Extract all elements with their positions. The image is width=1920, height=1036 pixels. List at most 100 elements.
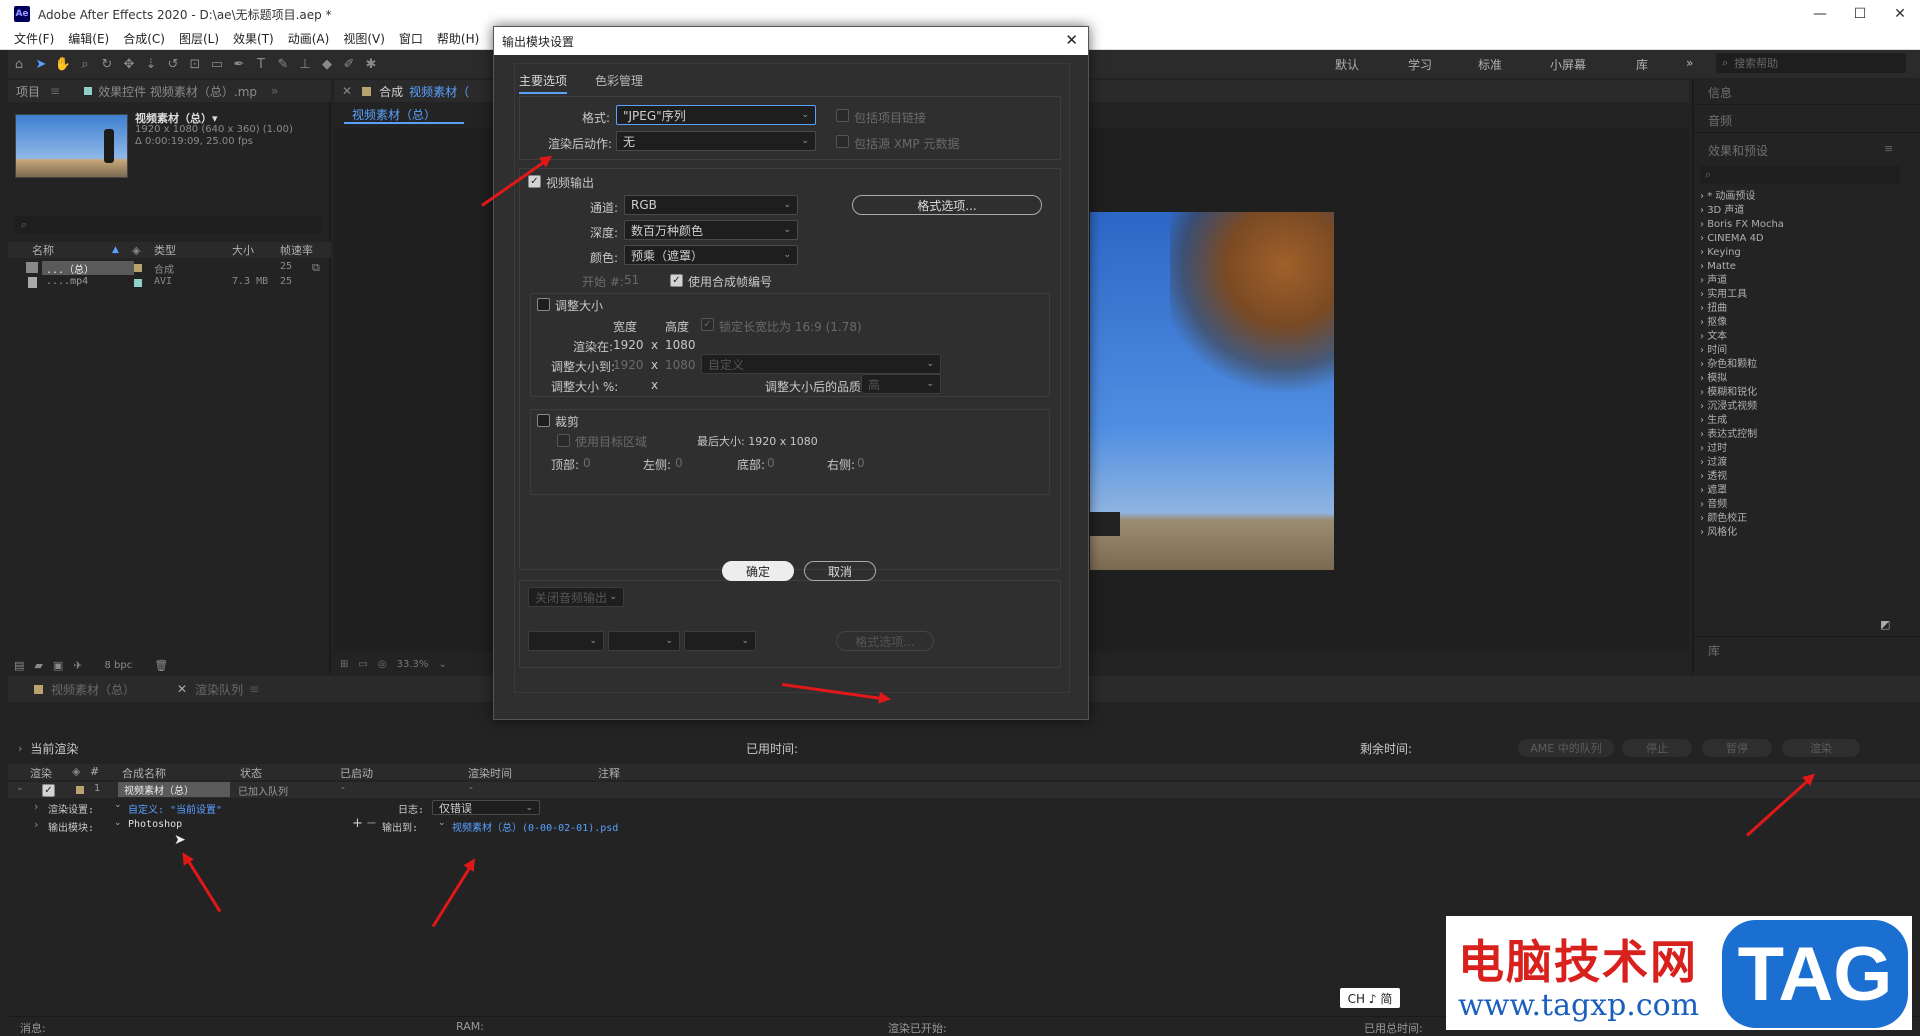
comp-breadcrumb[interactable]: 视频素材（总） (344, 106, 464, 124)
effect-category[interactable]: › 模糊和锐化 (1700, 386, 1910, 400)
effect-category[interactable]: › Keying (1700, 246, 1910, 260)
effect-category[interactable]: › 抠像 (1700, 316, 1910, 330)
video-output-checkbox[interactable]: ✓ (528, 175, 541, 188)
tab-effect-controls[interactable]: 效果控件 视频素材（总）.mp (98, 83, 257, 100)
roto-tool-icon[interactable]: ✐ (338, 53, 360, 75)
log-select[interactable]: 仅错误 ⌄ (432, 800, 540, 815)
panel-menu-icon[interactable]: ≡ (249, 682, 259, 696)
flowchart-icon[interactable]: ⧉ (312, 261, 320, 275)
channels-select[interactable]: RGB ⌄ (624, 195, 798, 215)
tab-timeline[interactable]: 视频素材（总） (51, 681, 135, 698)
effect-category[interactable]: › 风格化 (1700, 526, 1910, 540)
col-name[interactable]: 名称 (32, 242, 54, 258)
col-render-time[interactable]: 渲染时间 (468, 765, 512, 781)
effect-category[interactable]: › 过时 (1700, 442, 1910, 456)
effect-category[interactable]: › 沉浸式视频 (1700, 400, 1910, 414)
new-comp-icon[interactable]: ▣ (53, 659, 63, 672)
zoom-level[interactable]: 33.3% (397, 659, 429, 670)
workspace-learn[interactable]: 学习 (1408, 56, 1432, 73)
library-panel-label[interactable]: 库 (1708, 642, 1720, 659)
workspace-library[interactable]: 库 (1636, 56, 1648, 73)
use-roi-checkbox[interactable] (557, 434, 570, 447)
tab-color-management[interactable]: 色彩管理 (595, 72, 643, 89)
project-row-comp[interactable]: ...（总） 合成 25 ⧉ (8, 261, 331, 276)
expand-icon[interactable]: › (34, 800, 38, 813)
hand-tool-icon[interactable]: ✋ (52, 53, 74, 75)
depth-select[interactable]: 数百万种颜色 ⌄ (624, 220, 798, 240)
expand-icon[interactable]: › (18, 742, 22, 755)
trash-icon[interactable]: 🗑 (154, 659, 168, 672)
dropdown-chevron-icon[interactable]: ⌄ (114, 800, 122, 810)
effect-category[interactable]: › 生成 (1700, 414, 1910, 428)
comp-tab-name[interactable]: 视频素材（ (409, 83, 469, 100)
effects-panel-label[interactable]: 效果和预设 (1708, 142, 1768, 159)
add-output-icon[interactable]: + (352, 816, 363, 831)
tab-project[interactable]: 项目 (16, 83, 40, 100)
effects-search-input[interactable]: ⌕ (1700, 166, 1900, 184)
rotate-tool-icon[interactable]: ↺ (162, 53, 184, 75)
effect-category[interactable]: › 声道 (1700, 274, 1910, 288)
anchor-tool-icon[interactable]: ⊡ (184, 53, 206, 75)
collapse-icon[interactable]: ⌄ (16, 783, 24, 793)
dropdown-chevron-icon[interactable]: ⌄ (438, 818, 446, 828)
col-number[interactable]: # (90, 765, 99, 778)
menu-effect[interactable]: 效果(T) (233, 30, 274, 47)
more-workspaces-icon[interactable]: » (1686, 56, 1693, 70)
crop-checkbox[interactable] (537, 414, 550, 427)
sort-up-icon[interactable]: ▲ (112, 245, 119, 255)
new-bin-icon[interactable]: ◩ (1880, 618, 1890, 631)
dropdown-chevron-icon[interactable]: ⌄ (114, 818, 122, 828)
text-tool-icon[interactable]: T (250, 53, 272, 75)
more-tabs-icon[interactable]: » (271, 84, 278, 98)
effect-category[interactable]: › 过渡 (1700, 456, 1910, 470)
close-window-icon[interactable]: ✕ (1880, 0, 1920, 28)
resize-preset-select[interactable]: 自定义 ⌄ (701, 354, 941, 374)
effect-category[interactable]: › Matte (1700, 260, 1910, 274)
ame-queue-button[interactable]: AME 中的队列 (1518, 739, 1614, 757)
menu-animation[interactable]: 动画(A) (288, 30, 330, 47)
puppet-tool-icon[interactable]: ✱ (360, 53, 382, 75)
queue-row[interactable]: ⌄ ✓ 1 视频素材（总） 已加入队列 - - (8, 782, 1920, 798)
pen-tool-icon[interactable]: ✒ (228, 53, 250, 75)
effects-menu-icon[interactable]: ≡ (1884, 142, 1893, 155)
crop-top-value[interactable]: 0 (583, 456, 591, 470)
col-started[interactable]: 已启动 (340, 765, 373, 781)
effect-category[interactable]: › * 动画预设 (1700, 190, 1910, 204)
col-type[interactable]: 类型 (154, 242, 176, 258)
color-select[interactable]: 预乘（遮罩） ⌄ (624, 245, 798, 265)
maximize-icon[interactable]: ☐ (1840, 0, 1880, 28)
interpret-footage-icon[interactable]: ▤ (14, 659, 24, 672)
eraser-tool-icon[interactable]: ◆ (316, 53, 338, 75)
zoom-chevron-icon[interactable]: ⌄ (438, 659, 446, 670)
menu-file[interactable]: 文件(F) (14, 30, 54, 47)
effect-category[interactable]: › 实用工具 (1700, 288, 1910, 302)
stop-button[interactable]: 停止 (1622, 739, 1692, 757)
output-module-value[interactable]: Photoshop (128, 819, 182, 830)
effect-category[interactable]: › 遮罩 (1700, 484, 1910, 498)
effect-category[interactable]: › 透视 (1700, 470, 1910, 484)
project-row-footage[interactable]: ....mp4 AVI 7.3 MB 25 (8, 276, 331, 290)
menu-edit[interactable]: 编辑(E) (68, 30, 109, 47)
remove-output-icon[interactable]: − (366, 816, 377, 831)
menu-composition[interactable]: 合成(C) (123, 30, 165, 47)
audio-channels-select[interactable]: ⌄ (684, 631, 756, 651)
render-button[interactable]: 渲染 (1782, 739, 1860, 757)
effect-category[interactable]: › 时间 (1700, 344, 1910, 358)
format-select[interactable]: "JPEG"序列 ⌄ (616, 105, 816, 125)
effect-category[interactable]: › CINEMA 4D (1700, 232, 1910, 246)
effect-category[interactable]: › 音频 (1700, 498, 1910, 512)
use-comp-frame-checkbox[interactable]: ✓ (670, 274, 683, 287)
audio-rate-select[interactable]: ⌄ (528, 631, 604, 651)
resize-width[interactable]: 1920 (613, 358, 644, 372)
crop-right-value[interactable]: 0 (857, 456, 865, 470)
selection-tool-icon[interactable]: ➤ (30, 53, 52, 75)
effect-category[interactable]: › 文本 (1700, 330, 1910, 344)
workspace-default[interactable]: 默认 (1335, 56, 1359, 73)
include-xmp-checkbox[interactable] (836, 135, 849, 148)
output-to-value[interactable]: 视频素材（总）(0-00-02-01).psd (452, 819, 618, 834)
format-options-button[interactable]: 格式选项... (852, 195, 1042, 215)
col-status[interactable]: 状态 (240, 765, 262, 781)
crop-bottom-value[interactable]: 0 (767, 456, 775, 470)
col-fps[interactable]: 帧速率 (280, 242, 313, 258)
shape-tool-icon[interactable]: ▭ (206, 53, 228, 75)
